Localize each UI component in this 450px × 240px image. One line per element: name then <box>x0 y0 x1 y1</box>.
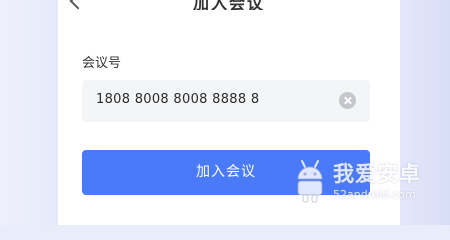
background-left <box>0 0 58 225</box>
meeting-id-input[interactable]: 1808 8008 8008 8888 8 <box>82 80 370 122</box>
watermark: 我爱安卓 52android.com <box>293 155 443 210</box>
page-title: 加入会议 <box>192 0 265 10</box>
meeting-id-label: 会议号 <box>82 56 122 71</box>
meeting-id-value[interactable]: 1808 8008 8008 8888 8 <box>96 92 259 107</box>
header-bar: 加入会议 <box>58 0 400 10</box>
clear-icon[interactable] <box>339 92 356 109</box>
watermark-brand: 我爱安卓 <box>333 162 421 186</box>
android-robot-logo-icon <box>297 160 323 203</box>
watermark-domain: 52android.com <box>333 188 416 201</box>
